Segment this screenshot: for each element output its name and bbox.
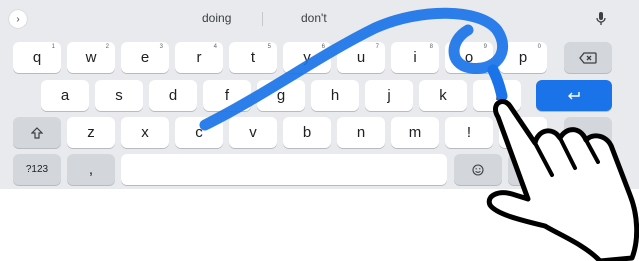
- swipe-trail: [199, 7, 509, 131]
- pointing-hand-icon: [486, 99, 639, 261]
- gesture-overlay: [199, 7, 639, 261]
